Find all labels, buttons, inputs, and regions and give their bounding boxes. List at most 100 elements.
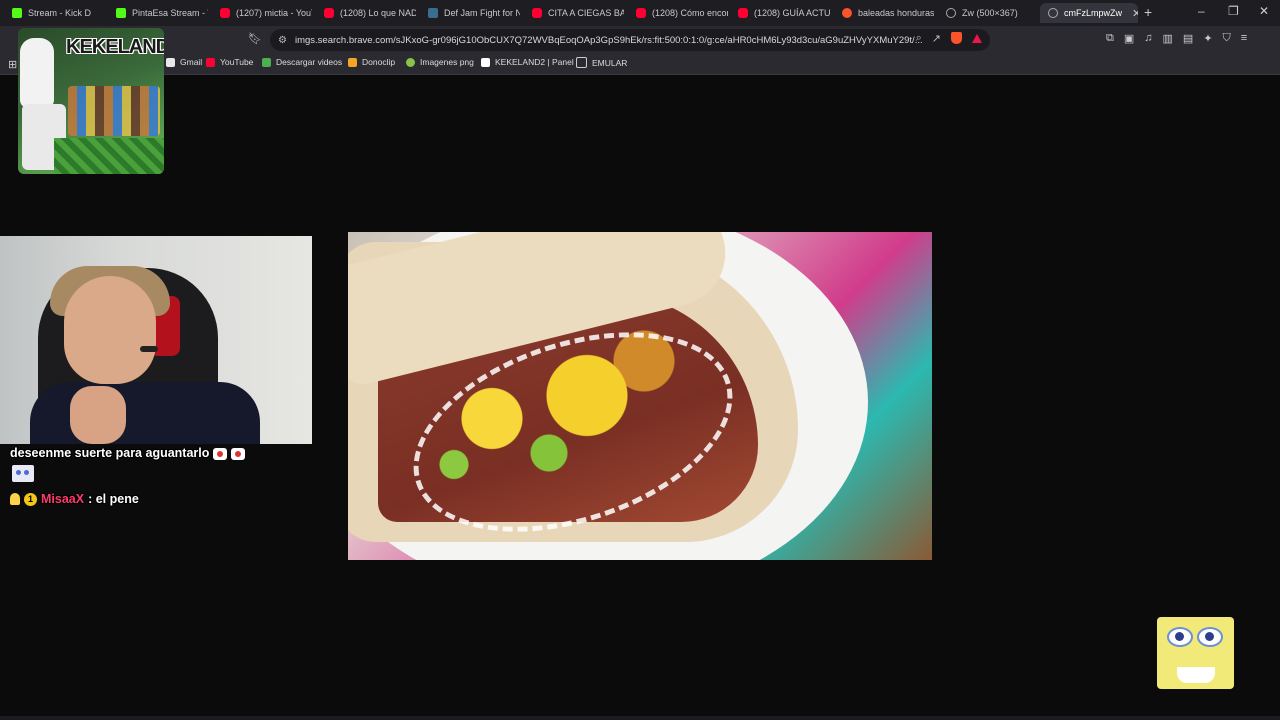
tab-9[interactable]: Zw (500×367): [938, 3, 1038, 23]
tab-label: (1208) GUÍA ACTUA: [754, 8, 830, 18]
bookmark-label: Descargar videos: [276, 57, 343, 67]
bookmark-gmail[interactable]: Gmail: [166, 57, 202, 67]
tab-label: Stream - Kick D: [28, 8, 92, 18]
chat-message-1: deseenme suerte para aguantarlo: [10, 446, 246, 460]
bookmark-imagenes-png[interactable]: Imagenes png: [406, 57, 474, 67]
brave-search-icon: [842, 8, 852, 18]
url-text: imgs.search.brave.com/sJKxoG-gr096jG10Ob…: [294, 34, 923, 46]
youtube-icon: [220, 8, 230, 18]
menu-icon[interactable]: ≡: [1241, 32, 1247, 45]
streamer-webcam: [0, 236, 312, 444]
youtube-icon: [636, 8, 646, 18]
tab-10-active[interactable]: cmFzLmpwZw ✕: [1040, 3, 1138, 23]
tab-4[interactable]: Def Jam Fight for N: [420, 3, 520, 23]
globe-icon: [946, 8, 956, 18]
subscriber-badge: 1: [24, 492, 37, 506]
vpn-icon[interactable]: ⛉: [1223, 32, 1231, 45]
extensions-icon[interactable]: ⧉: [1106, 32, 1114, 45]
streamer-shirt: [30, 382, 260, 444]
tab-label: CITA A CIEGAS BAS: [548, 8, 624, 18]
baleada-image: [348, 232, 932, 560]
wojak-face-image: [20, 38, 54, 108]
address-bar[interactable]: ⚙︎ imgs.search.brave.com/sJKxoG-gr096jG1…: [270, 29, 990, 51]
screenshot-icon[interactable]: ▣: [1124, 32, 1134, 45]
tab-strip: Stream - Kick D PintaEsa Stream - W (120…: [0, 0, 1280, 26]
chat-text: : el pene: [88, 492, 139, 506]
bookmarks-bar: ⊞ Gmail YouTube Descargar videos Donocli…: [0, 54, 1280, 75]
stream-logo-overlay: KEKELAND: [18, 28, 164, 174]
tab-3[interactable]: (1208) Lo que NAD: [316, 3, 416, 23]
bookmark-label: Donoclip: [362, 57, 396, 67]
download-icon: [262, 57, 271, 67]
page-icon: [428, 8, 438, 18]
apps-grid-icon[interactable]: ⊞: [8, 58, 17, 71]
zoom-icon[interactable]: ⌕: [916, 32, 922, 45]
tab-label: PintaEsa Stream - W: [132, 8, 208, 18]
bookmark-label: Gmail: [180, 57, 203, 67]
media-icon[interactable]: ♫: [1144, 32, 1152, 45]
globe-icon: [1048, 8, 1058, 18]
tab-label: (1208) Lo que NAD: [340, 8, 416, 18]
kick-icon: [116, 8, 126, 18]
brave-shields-icon[interactable]: [951, 32, 962, 44]
kick-icon: [12, 8, 22, 18]
close-tab-icon[interactable]: ✕: [1132, 7, 1138, 20]
toolbar: 🔖︎ ⚙︎ imgs.search.brave.com/sJKxoG-gr096…: [0, 26, 1280, 54]
brave-rewards-icon[interactable]: [972, 34, 982, 43]
site-settings-icon[interactable]: ⚙︎: [278, 35, 287, 46]
chat-text: deseenme suerte para aguantarlo: [10, 446, 210, 460]
tab-6[interactable]: (1208) Cómo encon: [628, 3, 728, 23]
youtube-icon: [324, 8, 334, 18]
streamer-hand: [70, 386, 126, 444]
streamer-face: [64, 276, 156, 384]
bookmark-label: EMULAR: [592, 57, 628, 68]
gmail-icon: [166, 57, 175, 67]
youtube-icon: [532, 8, 542, 18]
tab-1[interactable]: PintaEsa Stream - W: [108, 3, 208, 23]
chat-username: MisaaX: [41, 492, 85, 506]
eye-icon: [1167, 627, 1193, 647]
mouth-icon: [1177, 667, 1215, 683]
minimize-icon[interactable]: –: [1198, 4, 1205, 18]
microphone: [140, 346, 158, 352]
tab-label: Def Jam Fight for N: [444, 8, 520, 18]
folder-icon: [576, 57, 587, 68]
emote-icon: [12, 465, 34, 482]
grass-blocks-image: [54, 138, 164, 174]
bookmark-label: Imagenes png: [420, 57, 474, 67]
bookmark-label: YouTube: [220, 57, 254, 67]
close-window-icon[interactable]: ✕: [1259, 4, 1269, 18]
youtube-icon: [206, 57, 215, 67]
image-icon: [406, 57, 415, 67]
emote-icon: [231, 447, 246, 460]
restore-icon[interactable]: ❐: [1228, 4, 1239, 18]
bookmark-label: KEKELAND2 | Panel: [495, 57, 574, 67]
bookmark-page-icon[interactable]: 🔖︎: [248, 32, 262, 45]
share-icon[interactable]: ↗: [932, 32, 941, 45]
youtube-icon: [738, 8, 748, 18]
tab-label: (1207) mictia - YouT: [236, 8, 312, 18]
leo-ai-icon[interactable]: ✦: [1203, 32, 1212, 45]
emote-icon: [213, 447, 228, 460]
taskbar-edge: [0, 716, 1280, 720]
panel-icon: [481, 57, 490, 67]
tab-7[interactable]: (1208) GUÍA ACTUA: [730, 3, 830, 23]
chat-message-2: 1 MisaaX : el pene: [10, 492, 139, 506]
bookmark-folder-emular[interactable]: EMULAR: [576, 57, 627, 68]
tab-2[interactable]: (1207) mictia - YouT: [212, 3, 312, 23]
sidebar-icon[interactable]: ▥: [1163, 32, 1173, 45]
bookmark-descargar-videos[interactable]: Descargar videos: [262, 57, 342, 67]
user-badge-icon: [10, 493, 20, 505]
bookmark-donoclip[interactable]: Donoclip: [348, 57, 395, 67]
eye-icon: [1197, 627, 1223, 647]
tab-5[interactable]: CITA A CIEGAS BAS: [524, 3, 624, 23]
bookmark-youtube[interactable]: YouTube: [206, 57, 253, 67]
new-tab-button[interactable]: +: [1144, 4, 1152, 20]
tab-8[interactable]: baleadas honduras: [834, 3, 934, 23]
bookmark-kekeland-panel[interactable]: KEKELAND2 | Panel: [481, 57, 574, 67]
wallet-icon[interactable]: ▤: [1183, 32, 1193, 45]
tab-0[interactable]: Stream - Kick D: [4, 3, 104, 23]
tab-label: baleadas honduras: [858, 8, 934, 18]
donoclip-icon: [348, 57, 357, 67]
tab-label: cmFzLmpwZw: [1064, 8, 1122, 18]
